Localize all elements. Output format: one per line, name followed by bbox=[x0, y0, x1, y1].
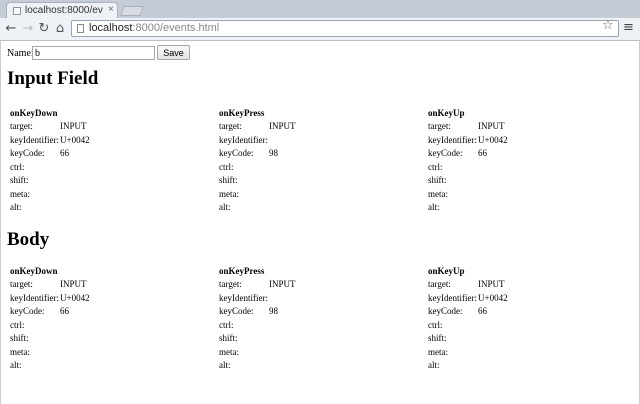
row-value: 66 bbox=[60, 306, 69, 316]
row-value: INPUT bbox=[60, 279, 87, 289]
browser-toolbar: ← → ↻ ⌂ localhost:8000/events.html ☆ ≡ bbox=[0, 18, 640, 40]
row-value: U+0042 bbox=[478, 134, 508, 145]
row-label: ctrl: bbox=[428, 161, 443, 172]
page-favicon-icon bbox=[13, 7, 21, 15]
tab-strip: localhost:8000/events × bbox=[0, 0, 640, 18]
menu-icon[interactable]: ≡ bbox=[623, 20, 634, 35]
row-label: alt: bbox=[219, 202, 231, 212]
row-label: ctrl: bbox=[219, 319, 234, 330]
row-label: keyCode: bbox=[428, 306, 463, 316]
row-value: INPUT bbox=[269, 279, 296, 289]
row-value: 98 bbox=[269, 306, 278, 316]
row-label: shift: bbox=[219, 175, 238, 185]
name-label: Name: bbox=[7, 48, 34, 59]
row-label: target: bbox=[428, 121, 451, 131]
tab-title: localhost:8000/events bbox=[25, 5, 103, 16]
panel-heading: onKeyDown bbox=[10, 266, 58, 276]
panel-heading: onKeyPress bbox=[219, 266, 265, 276]
row-label: keyIdentifier: bbox=[10, 134, 59, 145]
tab-close-icon[interactable]: × bbox=[108, 4, 114, 15]
row-value: U+0042 bbox=[478, 292, 508, 303]
row-label: shift: bbox=[10, 175, 29, 185]
panel-heading: onKeyDown bbox=[10, 108, 58, 118]
panel-heading: onKeyUp bbox=[428, 266, 465, 276]
forward-icon[interactable]: → bbox=[20, 20, 36, 38]
panel-heading: onKeyUp bbox=[428, 108, 465, 118]
row-label: target: bbox=[428, 279, 451, 289]
row-label: ctrl: bbox=[219, 161, 234, 172]
page-icon bbox=[77, 24, 84, 33]
row-value: INPUT bbox=[478, 279, 505, 289]
row-label: keyCode: bbox=[10, 148, 45, 158]
row-label: target: bbox=[10, 121, 33, 131]
reload-icon[interactable]: ↻ bbox=[36, 20, 52, 38]
panel-heading: onKeyPress bbox=[219, 108, 265, 118]
row-label: target: bbox=[219, 121, 242, 131]
row-label: keyCode: bbox=[428, 148, 463, 158]
row-label: keyIdentifier: bbox=[219, 134, 268, 145]
row-value: 66 bbox=[60, 148, 69, 158]
row-value: 98 bbox=[269, 148, 278, 158]
row-value: 66 bbox=[478, 306, 487, 316]
row-label: ctrl: bbox=[10, 161, 25, 172]
home-icon[interactable]: ⌂ bbox=[52, 20, 68, 38]
row-label: ctrl: bbox=[10, 319, 25, 330]
row-label: keyIdentifier: bbox=[219, 292, 268, 303]
row-label: meta: bbox=[428, 346, 448, 357]
row-label: meta: bbox=[428, 188, 448, 199]
section-title-input-field: Input Field bbox=[7, 68, 99, 89]
row-label: meta: bbox=[219, 188, 239, 199]
row-label: keyIdentifier: bbox=[428, 292, 477, 303]
row-label: ctrl: bbox=[428, 319, 443, 330]
row-label: target: bbox=[10, 279, 33, 289]
back-icon[interactable]: ← bbox=[3, 20, 19, 38]
row-label: target: bbox=[219, 279, 242, 289]
browser-tab[interactable]: localhost:8000/events × bbox=[6, 2, 118, 18]
row-label: keyCode: bbox=[10, 306, 45, 316]
row-label: keyIdentifier: bbox=[10, 292, 59, 303]
new-tab-button[interactable] bbox=[120, 6, 144, 16]
row-label: shift: bbox=[10, 333, 29, 343]
address-bar[interactable]: localhost:8000/events.html bbox=[71, 20, 619, 37]
row-value: 66 bbox=[478, 148, 487, 158]
row-value: INPUT bbox=[269, 121, 296, 131]
row-label: alt: bbox=[428, 360, 440, 370]
row-label: meta: bbox=[10, 188, 30, 199]
row-label: keyCode: bbox=[219, 148, 254, 158]
row-label: shift: bbox=[428, 333, 447, 343]
row-label: shift: bbox=[428, 175, 447, 185]
browser-chrome: localhost:8000/events × ← → ↻ ⌂ localhos… bbox=[0, 0, 640, 41]
name-input[interactable] bbox=[32, 46, 155, 60]
url-text: localhost:8000/events.html bbox=[89, 22, 220, 34]
row-value: U+0042 bbox=[60, 292, 90, 303]
row-label: alt: bbox=[10, 202, 22, 212]
row-label: meta: bbox=[219, 346, 239, 357]
row-label: meta: bbox=[10, 346, 30, 357]
row-label: alt: bbox=[428, 202, 440, 212]
row-label: shift: bbox=[219, 333, 238, 343]
row-label: alt: bbox=[219, 360, 231, 370]
row-value: U+0042 bbox=[60, 134, 90, 145]
page-content: Name: Save Input Field onKeyDown target:… bbox=[0, 41, 640, 404]
row-value: INPUT bbox=[478, 121, 505, 131]
row-label: keyCode: bbox=[219, 306, 254, 316]
bookmark-star-icon[interactable]: ☆ bbox=[602, 18, 614, 33]
row-label: keyIdentifier: bbox=[428, 134, 477, 145]
section-title-body: Body bbox=[7, 229, 50, 250]
save-button[interactable]: Save bbox=[157, 45, 190, 60]
row-label: alt: bbox=[10, 360, 22, 370]
row-value: INPUT bbox=[60, 121, 87, 131]
